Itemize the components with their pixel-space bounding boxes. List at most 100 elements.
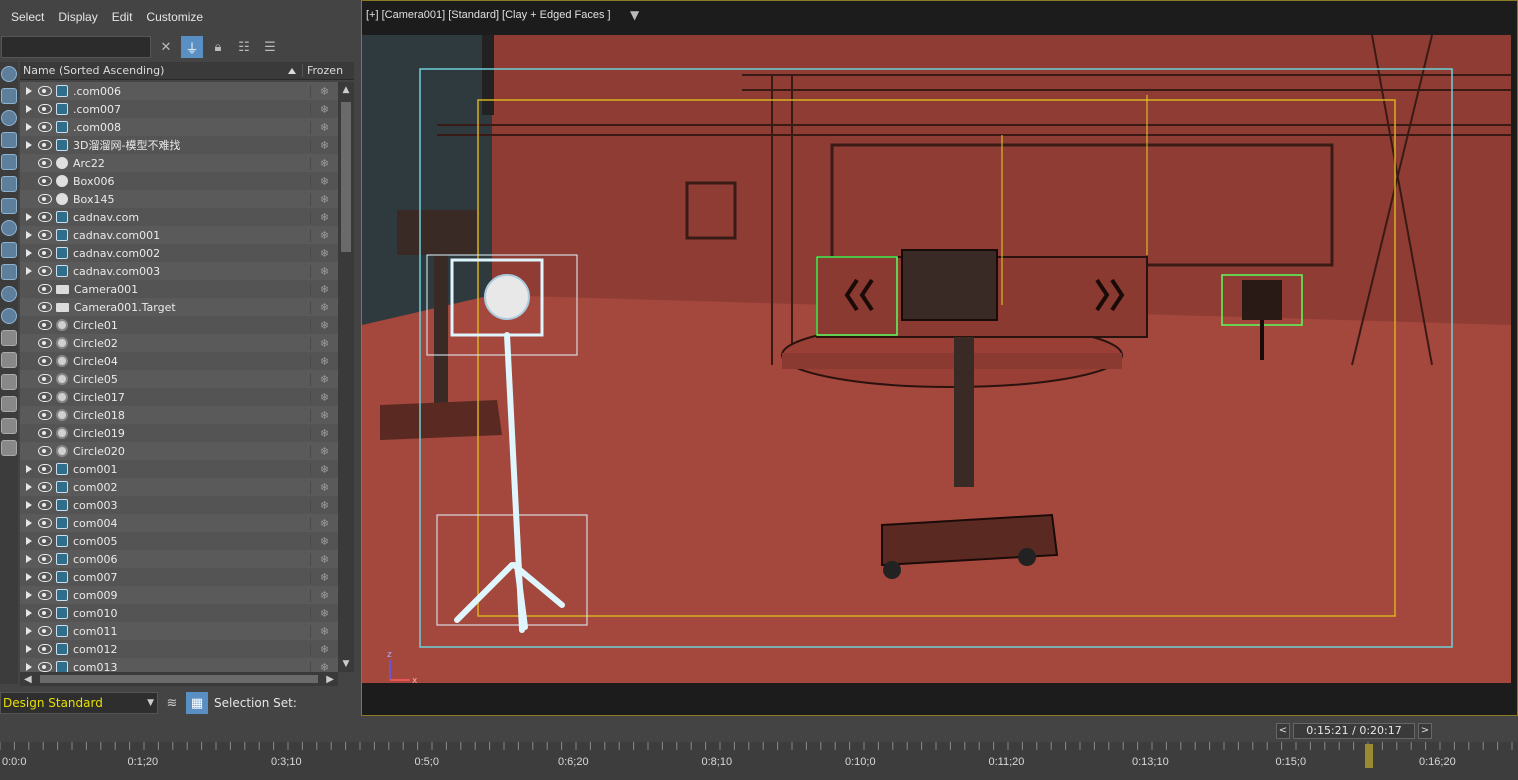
list-item[interactable]: 3D溜溜网-模型不难找 ❄	[20, 136, 338, 154]
vertical-scrollbar[interactable]: ▲ ▼	[338, 82, 354, 672]
frozen-snowflake-icon[interactable]: ❄	[310, 660, 338, 672]
visibility-eye-icon[interactable]	[38, 284, 52, 294]
viewport-scene[interactable]: z x	[362, 35, 1511, 683]
viewport-filter-icon[interactable]: ▼	[630, 8, 639, 22]
frozen-snowflake-icon[interactable]: ❄	[310, 516, 338, 530]
list-item[interactable]: com007 ❄	[20, 568, 338, 586]
visibility-eye-icon[interactable]	[38, 590, 52, 600]
frozen-snowflake-icon[interactable]: ❄	[310, 372, 338, 386]
frozen-snowflake-icon[interactable]: ❄	[310, 606, 338, 620]
layers-icon[interactable]: ≋	[161, 692, 183, 714]
scroll-thumb[interactable]	[341, 102, 351, 252]
list-item[interactable]: Circle05 ❄	[20, 370, 338, 388]
expand-arrow-icon[interactable]	[20, 501, 38, 509]
visibility-eye-icon[interactable]	[38, 374, 52, 384]
visibility-eye-icon[interactable]	[38, 266, 52, 276]
frozen-snowflake-icon[interactable]: ❄	[310, 570, 338, 584]
display-none-icon[interactable]	[1, 352, 17, 368]
hierarchy-collapse-icon[interactable]: ☰	[259, 36, 281, 58]
menu-edit[interactable]: Edit	[105, 10, 140, 24]
list-item[interactable]: cadnav.com002 ❄	[20, 244, 338, 262]
time-value[interactable]: 0:15:21 / 0:20:17	[1293, 723, 1415, 739]
visibility-eye-icon[interactable]	[38, 356, 52, 366]
list-item[interactable]: com003 ❄	[20, 496, 338, 514]
layer-toggle-icon[interactable]	[1, 440, 17, 456]
frozen-snowflake-icon[interactable]: ❄	[310, 390, 338, 404]
list-item[interactable]: Box006 ❄	[20, 172, 338, 190]
visibility-eye-icon[interactable]	[38, 410, 52, 420]
funnel-filter-icon[interactable]	[1, 418, 17, 434]
visibility-eye-icon[interactable]	[38, 248, 52, 258]
menu-customize[interactable]: Customize	[139, 10, 210, 24]
menu-select[interactable]: Select	[4, 10, 51, 24]
hscroll-thumb[interactable]	[39, 675, 319, 683]
name-column-header[interactable]: Name (Sorted Ascending)	[20, 64, 288, 77]
cameras-filter-icon[interactable]	[1, 132, 17, 148]
geometry-filter-icon[interactable]	[1, 66, 17, 82]
prev-frame-button[interactable]: <	[1276, 723, 1290, 739]
scroll-down-icon[interactable]: ▼	[338, 656, 354, 672]
expand-arrow-icon[interactable]	[20, 87, 38, 95]
sort-by-hierarchy-icon[interactable]: ▦	[186, 692, 208, 714]
search-input[interactable]	[1, 36, 151, 58]
frozen-snowflake-icon[interactable]: ❄	[310, 84, 338, 98]
funnel-icon[interactable]	[1, 396, 17, 412]
expand-arrow-icon[interactable]	[20, 249, 38, 257]
list-item[interactable]: .com008 ❄	[20, 118, 338, 136]
spacewarps-filter-icon[interactable]	[1, 176, 17, 192]
xrefs-filter-icon[interactable]	[1, 220, 17, 236]
list-item[interactable]: Circle020 ❄	[20, 442, 338, 460]
list-item[interactable]: com004 ❄	[20, 514, 338, 532]
frozen-snowflake-icon[interactable]: ❄	[310, 498, 338, 512]
frozen-snowflake-icon[interactable]: ❄	[310, 408, 338, 422]
containers-filter-icon[interactable]	[1, 264, 17, 280]
visibility-eye-icon[interactable]	[38, 428, 52, 438]
visibility-eye-icon[interactable]	[38, 230, 52, 240]
frozen-snowflake-icon[interactable]: ❄	[310, 282, 338, 296]
expand-arrow-icon[interactable]	[20, 537, 38, 545]
viewport-label[interactable]: [+] [Camera001] [Standard] [Clay + Edged…	[366, 9, 611, 21]
time-slider-handle[interactable]	[1365, 744, 1374, 768]
frozen-snowflake-icon[interactable]: ❄	[310, 120, 338, 134]
filter-toggle-icon[interactable]: ⏚	[181, 36, 203, 58]
list-item[interactable]: Circle017 ❄	[20, 388, 338, 406]
invert-display-icon[interactable]	[1, 374, 17, 390]
time-slider[interactable]: 0:0:0 0:1;20 0:3;10 0:5;0 0:6;20 0:8;10 0:10;0…	[0, 742, 1518, 780]
visibility-eye-icon[interactable]	[38, 338, 52, 348]
frozen-snowflake-icon[interactable]: ❄	[310, 588, 338, 602]
display-all-icon[interactable]	[1, 330, 17, 346]
visibility-eye-icon[interactable]	[38, 122, 52, 132]
list-item[interactable]: com001 ❄	[20, 460, 338, 478]
frozen-snowflake-icon[interactable]: ❄	[310, 102, 338, 116]
expand-arrow-icon[interactable]	[20, 555, 38, 563]
layer-dropdown[interactable]: Design Standard ▼	[0, 692, 158, 714]
list-item[interactable]: Arc22 ❄	[20, 154, 338, 172]
visibility-eye-icon[interactable]	[38, 662, 52, 672]
expand-arrow-icon[interactable]	[20, 267, 38, 275]
visibility-eye-icon[interactable]	[38, 194, 52, 204]
frozen-filter-icon[interactable]	[1, 286, 17, 302]
visibility-eye-icon[interactable]	[38, 320, 52, 330]
expand-arrow-icon[interactable]	[20, 663, 38, 671]
visibility-eye-icon[interactable]	[38, 392, 52, 402]
list-item[interactable]: Circle019 ❄	[20, 424, 338, 442]
visibility-eye-icon[interactable]	[38, 482, 52, 492]
frozen-snowflake-icon[interactable]: ❄	[310, 480, 338, 494]
frozen-snowflake-icon[interactable]: ❄	[310, 336, 338, 350]
expand-arrow-icon[interactable]	[20, 627, 38, 635]
visibility-eye-icon[interactable]	[38, 86, 52, 96]
expand-arrow-icon[interactable]	[20, 519, 38, 527]
expand-arrow-icon[interactable]	[20, 573, 38, 581]
next-frame-button[interactable]: >	[1418, 723, 1432, 739]
frozen-snowflake-icon[interactable]: ❄	[310, 210, 338, 224]
visibility-eye-icon[interactable]	[38, 626, 52, 636]
list-item[interactable]: com010 ❄	[20, 604, 338, 622]
visibility-eye-icon[interactable]	[38, 446, 52, 456]
expand-arrow-icon[interactable]	[20, 123, 38, 131]
scroll-up-icon[interactable]: ▲	[338, 82, 354, 98]
visibility-eye-icon[interactable]	[38, 464, 52, 474]
horizontal-scrollbar[interactable]: ◀ ▶	[20, 672, 338, 686]
menu-display[interactable]: Display	[51, 10, 104, 24]
expand-arrow-icon[interactable]	[20, 213, 38, 221]
list-item[interactable]: com002 ❄	[20, 478, 338, 496]
